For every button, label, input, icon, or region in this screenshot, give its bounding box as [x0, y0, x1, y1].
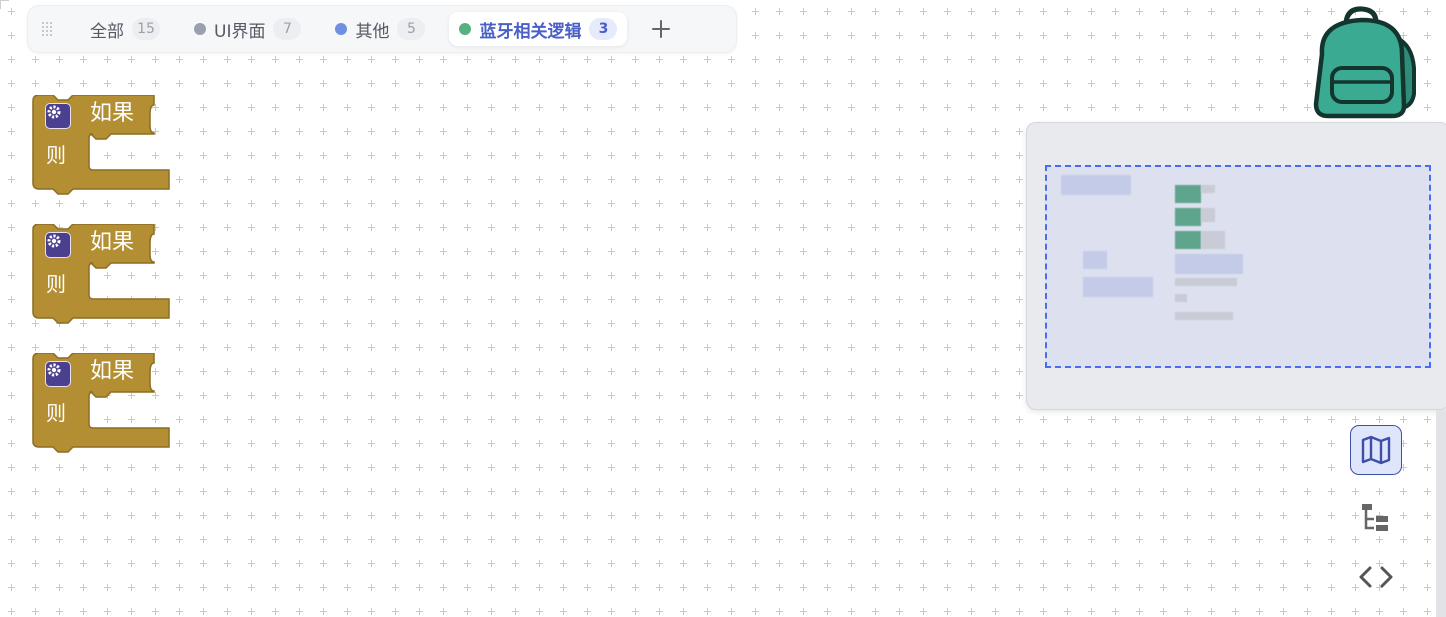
minimap-block: [1175, 254, 1243, 274]
tab-all[interactable]: 全部 15: [80, 12, 170, 46]
minimap-block: [1175, 278, 1237, 286]
then-label: 则: [46, 401, 66, 425]
tab-ui[interactable]: UI界面 7: [184, 12, 311, 46]
tab-bluetooth-logic[interactable]: 蓝牙相关逻辑 3: [449, 12, 628, 46]
minimap-toggle-button[interactable]: [1350, 425, 1402, 475]
structure-tree-button[interactable]: [1350, 492, 1402, 542]
minimap-viewport[interactable]: [1045, 165, 1431, 368]
minimap-block: [1201, 208, 1215, 222]
minimap-tabbar: [1061, 175, 1131, 195]
minimap-block: [1175, 312, 1233, 320]
if-then-block[interactable]: 如果 则: [31, 95, 171, 199]
tab-label: 其他: [355, 21, 390, 42]
if-label: 如果: [90, 101, 135, 126]
category-tab-bar: 全部 15 UI界面 7 其他 5 蓝牙相关逻辑 3: [27, 5, 737, 53]
then-label: 则: [46, 272, 66, 296]
if-then-block[interactable]: 如果 则: [31, 353, 171, 457]
tab-color-dot: [459, 23, 472, 35]
plus-icon: [652, 20, 671, 38]
if-label: 如果: [90, 230, 135, 255]
tab-color-dot: [335, 23, 348, 35]
if-then-block[interactable]: 如果 则: [31, 224, 171, 328]
drag-handle-icon[interactable]: [42, 21, 56, 37]
tab-count-badge: 7: [273, 18, 302, 40]
then-label: 则: [46, 143, 66, 167]
vertical-scrollbar[interactable]: [1436, 410, 1446, 617]
minimap-panel[interactable]: [1026, 122, 1446, 410]
tab-count-badge: 15: [132, 18, 160, 40]
tree-structure-icon: [1362, 504, 1388, 531]
tab-count-badge: 3: [589, 18, 618, 40]
tab-label: UI界面: [214, 21, 266, 42]
map-icon: [1361, 435, 1391, 465]
minimap-block: [1175, 294, 1187, 302]
code-view-button[interactable]: [1350, 552, 1402, 602]
tab-label: 全部: [90, 21, 124, 42]
minimap-block: [1175, 185, 1201, 203]
code-icon: [1359, 566, 1393, 588]
tab-count-badge: 5: [397, 18, 426, 40]
tab-other[interactable]: 其他 5: [325, 12, 435, 46]
gear-icon[interactable]: [45, 361, 71, 387]
minimap-block: [1201, 231, 1225, 249]
minimap-block: [1083, 277, 1153, 297]
gear-icon[interactable]: [45, 232, 71, 258]
tab-label: 蓝牙相关逻辑: [479, 21, 582, 42]
minimap-block: [1175, 231, 1201, 249]
tab-color-dot: [194, 23, 206, 35]
backpack-icon[interactable]: [1308, 6, 1420, 120]
add-tab-button[interactable]: [647, 15, 675, 43]
minimap-block: [1083, 251, 1107, 269]
minimap-block: [1201, 185, 1215, 193]
gear-icon[interactable]: [45, 103, 71, 129]
if-label: 如果: [90, 359, 135, 384]
minimap-block: [1175, 208, 1201, 226]
